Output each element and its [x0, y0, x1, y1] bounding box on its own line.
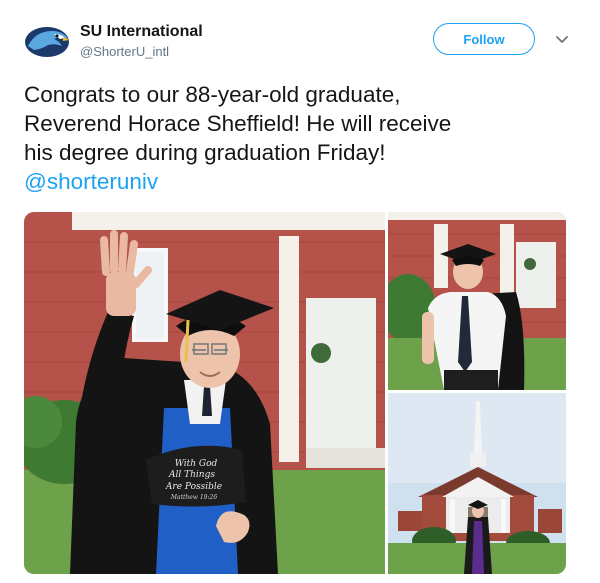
sign-line: With God: [175, 459, 218, 469]
graduate-photo-main[interactable]: With God All Things Are Possible Matthew…: [24, 212, 385, 574]
media-grid: With God All Things Are Possible Matthew…: [24, 212, 566, 574]
sign-board: With God All Things Are Possible Matthew…: [146, 445, 246, 507]
tweet-line: Congrats to our 88-year-old graduate,: [24, 82, 401, 107]
account-name[interactable]: SU International: [80, 23, 203, 41]
sign-line: Are Possible: [165, 482, 222, 492]
eagle-logo-icon[interactable]: [24, 22, 70, 62]
chevron-down-icon[interactable]: [554, 31, 570, 47]
sign-line: Matthew 19:26: [170, 494, 217, 501]
sign-line: All Things: [168, 470, 215, 480]
tweet-line: his degree during graduation Friday!: [24, 140, 386, 165]
account-handle[interactable]: @ShorterU_intl: [80, 44, 169, 59]
tweet-line: Reverend Horace Sheffield! He will recei…: [24, 111, 452, 136]
follow-button[interactable]: Follow: [433, 23, 535, 55]
church-photo[interactable]: [388, 393, 566, 574]
tweet-header: SU International @ShorterU_intl Follow: [24, 18, 576, 66]
tweet-text: Congrats to our 88-year-old graduate, Re…: [24, 80, 576, 196]
mention-link[interactable]: @shorteruniv: [24, 167, 576, 196]
graduate-photo-standing[interactable]: [388, 212, 566, 390]
